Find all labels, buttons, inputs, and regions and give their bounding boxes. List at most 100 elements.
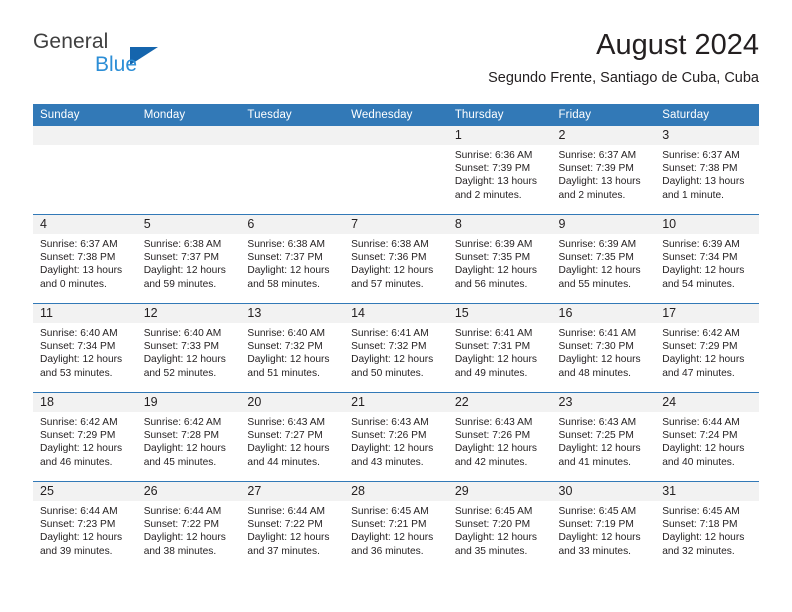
daylight-text-line1: Daylight: 12 hours: [351, 354, 434, 366]
calendar-day-cell: [33, 126, 137, 215]
day-number: 13: [240, 304, 345, 323]
day-number: 15: [447, 304, 552, 323]
daylight-text-line1: Daylight: 12 hours: [454, 532, 537, 544]
day-cell-empty: [33, 126, 137, 214]
day-cell-4: 4 Sunrise: 6:37 AM Sunset: 7:38 PM Daylight…: [33, 215, 137, 303]
calendar-day-cell[interactable]: 30 Sunrise: 6:45 AM Sunset: 7:19 PM Dayligh…: [551, 481, 656, 570]
sunset-text: Sunset: 7:22 PM: [143, 519, 220, 531]
day-cell-13: 13 Sunrise: 6:40 AM Sunset: 7:32 PM Dayligh…: [240, 304, 345, 392]
calendar-day-cell[interactable]: 22 Sunrise: 6:43 AM Sunset: 7:26 PM Dayligh…: [447, 392, 552, 482]
day-sun-info: Sunrise: 6:41 AM Sunset: 7:32 PM Daylight:…: [344, 323, 448, 380]
day-number: 17: [655, 304, 759, 323]
sunset-text: Sunset: 7:29 PM: [662, 341, 738, 353]
daylight-text-line1: Daylight: 12 hours: [662, 265, 745, 277]
daylight-text-line2: and 57 minutes.: [351, 278, 424, 290]
daylight-text-line2: and 55 minutes.: [558, 278, 632, 290]
day-cell-20: 20 Sunrise: 6:43 AM Sunset: 7:27 PM Dayligh…: [240, 393, 345, 481]
calendar-day-cell[interactable]: 6 Sunrise: 6:38 AM Sunset: 7:37 PM Daylight…: [240, 214, 345, 304]
daylight-text-line1: Daylight: 12 hours: [454, 443, 537, 455]
day-number: 31: [655, 482, 759, 501]
daylight-text-line1: Daylight: 12 hours: [351, 265, 434, 277]
calendar-day-cell[interactable]: 28 Sunrise: 6:45 AM Sunset: 7:21 PM Dayligh…: [344, 481, 448, 570]
calendar-day-cell[interactable]: 31 Sunrise: 6:45 AM Sunset: 7:18 PM Dayligh…: [655, 481, 759, 570]
day-cell-empty: [344, 126, 448, 214]
calendar-day-cell[interactable]: 5 Sunrise: 6:38 AM Sunset: 7:37 PM Daylight…: [136, 214, 241, 304]
calendar-header-row: Sunday Monday Tuesday Wednesday Thursday…: [33, 104, 759, 126]
calendar-day-cell[interactable]: 24 Sunrise: 6:44 AM Sunset: 7:24 PM Dayligh…: [655, 392, 759, 482]
day-number: 10: [655, 215, 759, 234]
calendar-day-cell[interactable]: 21 Sunrise: 6:43 AM Sunset: 7:26 PM Dayligh…: [344, 392, 448, 482]
sunrise-text: Sunrise: 6:39 AM: [558, 239, 637, 250]
day-cell-empty: [136, 126, 241, 214]
calendar-day-cell[interactable]: 27 Sunrise: 6:44 AM Sunset: 7:22 PM Dayligh…: [240, 481, 345, 570]
sunrise-text: Sunrise: 6:44 AM: [40, 506, 118, 517]
sunset-text: Sunset: 7:23 PM: [40, 519, 116, 531]
daylight-text-line1: Daylight: 12 hours: [558, 443, 641, 455]
calendar-day-cell[interactable]: 23 Sunrise: 6:43 AM Sunset: 7:25 PM Dayligh…: [551, 392, 656, 482]
day-sun-info: Sunrise: 6:43 AM Sunset: 7:25 PM Daylight:…: [552, 412, 656, 469]
calendar-day-cell[interactable]: 11 Sunrise: 6:40 AM Sunset: 7:34 PM Dayligh…: [33, 303, 137, 393]
calendar-day-cell[interactable]: 19 Sunrise: 6:42 AM Sunset: 7:28 PM Dayligh…: [136, 392, 241, 482]
sunset-text: Sunset: 7:24 PM: [662, 430, 738, 442]
calendar-day-cell[interactable]: 25 Sunrise: 6:44 AM Sunset: 7:23 PM Dayligh…: [33, 481, 137, 570]
sunrise-text: Sunrise: 6:41 AM: [351, 328, 429, 339]
day-cell-24: 24 Sunrise: 6:44 AM Sunset: 7:24 PM Dayligh…: [655, 393, 759, 481]
calendar-day-cell[interactable]: 26 Sunrise: 6:44 AM Sunset: 7:22 PM Dayligh…: [136, 481, 241, 570]
sunset-text: Sunset: 7:38 PM: [662, 163, 738, 175]
calendar-day-cell[interactable]: 20 Sunrise: 6:43 AM Sunset: 7:27 PM Dayligh…: [240, 392, 345, 482]
daylight-text-line2: and 50 minutes.: [351, 367, 424, 379]
calendar-day-cell[interactable]: 2 Sunrise: 6:37 AM Sunset: 7:39 PM Daylight…: [551, 126, 656, 215]
day-number: 20: [240, 393, 345, 412]
daylight-text-line2: and 58 minutes.: [247, 278, 320, 290]
day-cell-14: 14 Sunrise: 6:41 AM Sunset: 7:32 PM Dayligh…: [344, 304, 448, 392]
calendar-day-cell[interactable]: 7 Sunrise: 6:38 AM Sunset: 7:36 PM Daylight…: [344, 214, 448, 304]
sunrise-text: Sunrise: 6:41 AM: [454, 328, 533, 339]
sunset-text: Sunset: 7:31 PM: [454, 341, 531, 353]
calendar-day-cell[interactable]: 15 Sunrise: 6:41 AM Sunset: 7:31 PM Dayligh…: [447, 303, 552, 393]
calendar-day-cell[interactable]: 29 Sunrise: 6:45 AM Sunset: 7:20 PM Dayligh…: [447, 481, 552, 570]
day-number: 18: [33, 393, 137, 412]
calendar-week-row: 18 Sunrise: 6:42 AM Sunset: 7:29 PM Dayligh…: [33, 392, 759, 482]
logo-text-blue: Blue: [95, 53, 138, 76]
general-blue-logo[interactable]: General Blue: [33, 30, 233, 86]
daylight-text-line2: and 44 minutes.: [247, 456, 320, 468]
day-number: 23: [551, 393, 656, 412]
calendar-day-cell[interactable]: 9 Sunrise: 6:39 AM Sunset: 7:35 PM Daylight…: [551, 214, 656, 304]
day-sun-info: Sunrise: 6:41 AM Sunset: 7:30 PM Daylight:…: [552, 323, 656, 380]
daylight-text-line2: and 35 minutes.: [454, 545, 528, 557]
sunrise-text: Sunrise: 6:43 AM: [454, 417, 533, 428]
day-number: 8: [447, 215, 552, 234]
calendar-day-cell[interactable]: 17 Sunrise: 6:42 AM Sunset: 7:29 PM Dayligh…: [655, 303, 759, 393]
daylight-text-line2: and 1 minute.: [662, 189, 724, 201]
daylight-text-line2: and 38 minutes.: [143, 545, 217, 557]
calendar-day-cell[interactable]: 4 Sunrise: 6:37 AM Sunset: 7:38 PM Daylight…: [33, 214, 137, 304]
day-sun-info: Sunrise: 6:45 AM Sunset: 7:21 PM Daylight:…: [344, 501, 448, 558]
day-sun-info: Sunrise: 6:42 AM Sunset: 7:29 PM Daylight:…: [655, 323, 759, 380]
daylight-text-line1: Daylight: 12 hours: [558, 354, 641, 366]
day-number: 22: [447, 393, 552, 412]
logo-text-general: General: [33, 30, 109, 53]
sunrise-text: Sunrise: 6:40 AM: [247, 328, 325, 339]
day-sun-info: Sunrise: 6:43 AM Sunset: 7:26 PM Daylight:…: [448, 412, 552, 469]
calendar-day-cell[interactable]: 16 Sunrise: 6:41 AM Sunset: 7:30 PM Dayligh…: [551, 303, 656, 393]
calendar-day-cell[interactable]: 14 Sunrise: 6:41 AM Sunset: 7:32 PM Dayligh…: [344, 303, 448, 393]
calendar-day-cell[interactable]: 10 Sunrise: 6:39 AM Sunset: 7:34 PM Dayligh…: [655, 214, 759, 304]
daylight-text-line1: Daylight: 12 hours: [454, 265, 537, 277]
day-cell-23: 23 Sunrise: 6:43 AM Sunset: 7:25 PM Dayligh…: [551, 393, 656, 481]
calendar-day-cell[interactable]: 3 Sunrise: 6:37 AM Sunset: 7:38 PM Daylight…: [655, 126, 759, 215]
day-sun-info: Sunrise: 6:44 AM Sunset: 7:22 PM Daylight:…: [240, 501, 344, 558]
calendar-day-cell[interactable]: 12 Sunrise: 6:40 AM Sunset: 7:33 PM Dayligh…: [136, 303, 241, 393]
calendar-day-cell[interactable]: 1 Sunrise: 6:36 AM Sunset: 7:39 PM Daylight…: [447, 126, 552, 215]
day-sun-info: Sunrise: 6:39 AM Sunset: 7:35 PM Daylight:…: [448, 234, 552, 291]
calendar-day-cell[interactable]: 18 Sunrise: 6:42 AM Sunset: 7:29 PM Dayligh…: [33, 392, 137, 482]
day-number: 26: [136, 482, 241, 501]
calendar-day-cell[interactable]: 13 Sunrise: 6:40 AM Sunset: 7:32 PM Dayligh…: [240, 303, 345, 393]
day-cell-5: 5 Sunrise: 6:38 AM Sunset: 7:37 PM Daylight…: [136, 215, 241, 303]
day-cell-8: 8 Sunrise: 6:39 AM Sunset: 7:35 PM Daylight…: [447, 215, 552, 303]
sunset-text: Sunset: 7:39 PM: [454, 163, 531, 175]
sunset-text: Sunset: 7:26 PM: [454, 430, 531, 442]
calendar-day-cell[interactable]: 8 Sunrise: 6:39 AM Sunset: 7:35 PM Daylight…: [447, 214, 552, 304]
calendar-week-row: 11 Sunrise: 6:40 AM Sunset: 7:34 PM Dayligh…: [33, 303, 759, 393]
daylight-text-line2: and 2 minutes.: [454, 189, 522, 201]
sunrise-text: Sunrise: 6:45 AM: [351, 506, 429, 517]
